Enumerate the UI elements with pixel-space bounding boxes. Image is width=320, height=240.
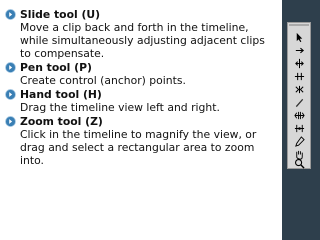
rate-stretch-icon bbox=[294, 85, 304, 93]
bullet-hand-tool: Hand tool (H) Drag the timeline view lef… bbox=[4, 88, 278, 114]
bullet-title: Hand tool (H) bbox=[20, 88, 102, 101]
pen-tool-icon bbox=[294, 135, 305, 147]
bullet-title: Slide tool (U) bbox=[20, 8, 101, 21]
selection-arrow-icon bbox=[296, 32, 302, 42]
bullet-description: Drag the timeline view left and right. bbox=[20, 101, 220, 114]
track-select-icon bbox=[295, 47, 304, 53]
rolling-edit-icon bbox=[294, 72, 304, 80]
bullet-slide-tool: Slide tool (U) Move a clip back and fort… bbox=[4, 8, 278, 60]
circle-arrow-bullet-icon bbox=[5, 62, 16, 73]
bullet-title: Zoom tool (Z) bbox=[20, 115, 103, 128]
bullet-description: Click in the timeline to magnify the vie… bbox=[20, 128, 257, 167]
tools-panel bbox=[287, 22, 311, 169]
bullet-description: Create control (anchor) points. bbox=[20, 74, 186, 87]
bullet-title: Pen tool (P) bbox=[20, 61, 92, 74]
circle-arrow-bullet-icon bbox=[5, 89, 16, 100]
bullet-zoom-tool: Zoom tool (Z) Click in the timeline to m… bbox=[4, 115, 278, 167]
circle-arrow-bullet-icon bbox=[5, 9, 16, 20]
slip-tool-icon bbox=[293, 111, 305, 119]
circle-arrow-bullet-icon bbox=[5, 116, 16, 127]
bullet-pen-tool: Pen tool (P) Create control (anchor) poi… bbox=[4, 61, 278, 87]
slide-tool-icon bbox=[294, 124, 304, 132]
razor-icon bbox=[295, 98, 303, 107]
bullet-description: Move a clip back and forth in the timeli… bbox=[20, 21, 265, 60]
zoom-tool-icon bbox=[294, 158, 305, 169]
slide-content: Slide tool (U) Move a clip back and fort… bbox=[4, 8, 278, 168]
toolbar-grip[interactable] bbox=[289, 24, 309, 26]
zoom-tool-button[interactable] bbox=[291, 157, 307, 169]
ripple-edit-icon bbox=[294, 58, 304, 68]
